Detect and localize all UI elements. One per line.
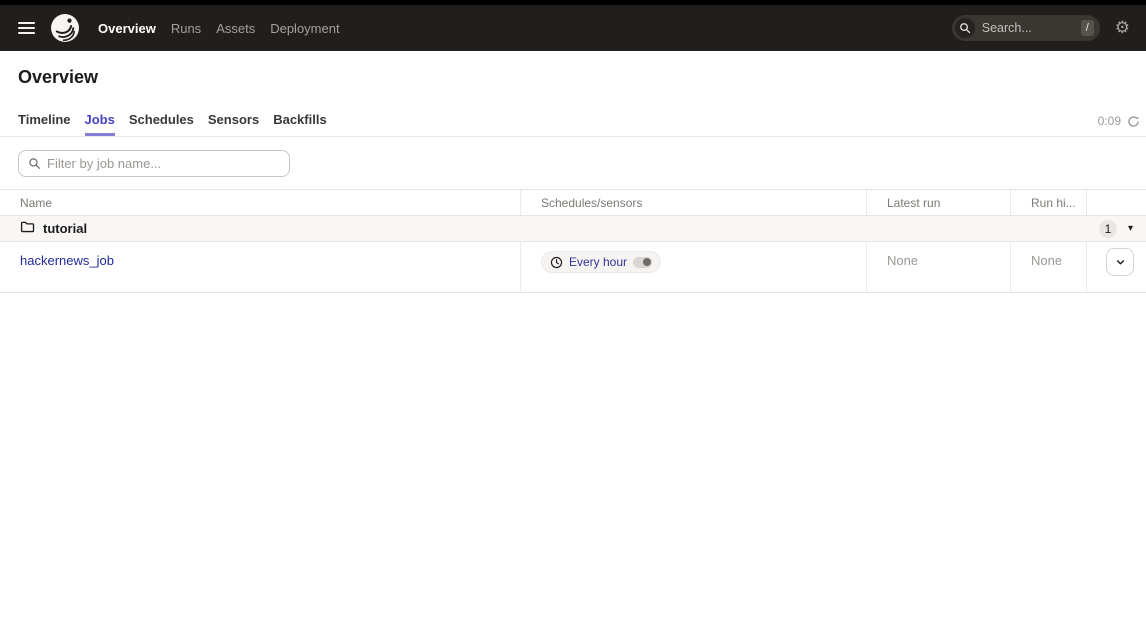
page-title: Overview: [18, 67, 1128, 87]
dagster-logo[interactable]: [50, 13, 80, 43]
search-placeholder: Search...: [982, 21, 1081, 35]
schedule-toggle[interactable]: [633, 257, 652, 268]
column-header-name: Name: [0, 190, 520, 215]
tabs: Timeline Jobs Schedules Sensors Backfill…: [18, 112, 327, 136]
job-name-link[interactable]: hackernews_job: [20, 253, 114, 268]
group-name: tutorial: [43, 221, 87, 236]
nav-item-deployment[interactable]: Deployment: [270, 21, 339, 36]
column-header-actions: [1086, 190, 1146, 215]
filter-row: [18, 150, 1128, 177]
column-header-latest-run: Latest run: [866, 190, 1010, 215]
refresh-countdown: 0:09: [1098, 114, 1121, 128]
tab-schedules[interactable]: Schedules: [129, 112, 194, 136]
run-history-cell: None: [1010, 242, 1086, 292]
folder-icon: [20, 219, 35, 239]
navbar-right: Search... / ⚙: [952, 15, 1130, 41]
collapse-caret-icon[interactable]: ▾: [1128, 224, 1133, 234]
jobs-table: Name Schedules/sensors Latest run Run hi…: [0, 189, 1146, 293]
tab-jobs[interactable]: Jobs: [85, 112, 115, 136]
search-icon: [955, 18, 975, 38]
settings-gear-icon[interactable]: ⚙: [1115, 20, 1130, 37]
tab-timeline[interactable]: Timeline: [18, 112, 71, 136]
nav-item-runs[interactable]: Runs: [171, 21, 201, 36]
job-name-cell: hackernews_job: [0, 242, 520, 292]
filter-search-icon: [28, 157, 41, 170]
navbar-left: Overview Runs Assets Deployment: [16, 13, 340, 43]
primary-nav: Overview Runs Assets Deployment: [98, 21, 340, 36]
top-navbar: Overview Runs Assets Deployment Search..…: [0, 0, 1146, 51]
tab-sensors[interactable]: Sensors: [208, 112, 259, 136]
hamburger-menu-button[interactable]: [16, 18, 37, 39]
schedule-label: Every hour: [569, 255, 627, 269]
jobs-table-header: Name Schedules/sensors Latest run Run hi…: [0, 190, 1146, 216]
dagster-logo-icon: [50, 13, 80, 43]
run-history-value: None: [1031, 253, 1062, 268]
latest-run-value: None: [887, 253, 918, 268]
nav-item-overview[interactable]: Overview: [98, 21, 156, 36]
clock-icon: [550, 256, 563, 269]
chevron-down-icon: [1115, 257, 1126, 268]
refresh-area: 0:09: [1098, 114, 1140, 136]
job-schedule-cell: Every hour: [520, 242, 866, 292]
overview-page: Overview Timeline Jobs Schedules Sensors…: [0, 67, 1146, 293]
job-row-hackernews-job: hackernews_job Every hour None: [0, 242, 1146, 293]
job-filter-field: [18, 150, 290, 177]
job-expand-button[interactable]: [1106, 248, 1134, 276]
repo-group-row-tutorial[interactable]: tutorial 1 ▾: [0, 216, 1146, 242]
job-count-badge: 1: [1099, 220, 1117, 238]
latest-run-cell: None: [866, 242, 1010, 292]
job-actions-cell: [1086, 242, 1146, 292]
schedule-pill[interactable]: Every hour: [541, 251, 661, 273]
column-header-schedules-sensors: Schedules/sensors: [520, 190, 866, 215]
tab-backfills[interactable]: Backfills: [273, 112, 326, 136]
refresh-icon[interactable]: [1127, 115, 1140, 128]
search-shortcut-badge: /: [1081, 20, 1094, 36]
group-row-right: 1 ▾: [1099, 220, 1133, 238]
nav-item-assets[interactable]: Assets: [216, 21, 255, 36]
job-filter-input[interactable]: [47, 156, 280, 171]
column-header-run-history: Run hi...: [1010, 190, 1086, 215]
global-search-input[interactable]: Search... /: [952, 15, 1100, 41]
overview-tabbar: Timeline Jobs Schedules Sensors Backfill…: [0, 112, 1146, 137]
